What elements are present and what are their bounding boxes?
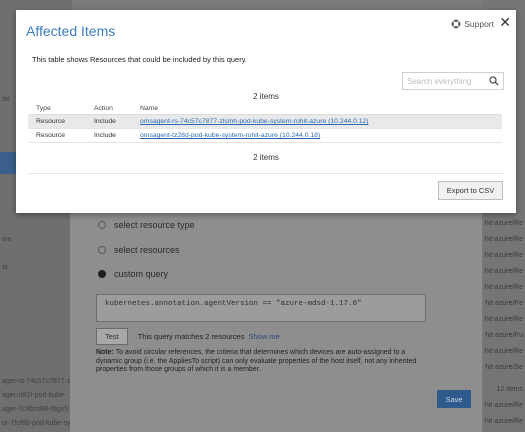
radio-label: select resources — [114, 245, 180, 255]
bg-text-fragment: hit-azure/Re — [484, 418, 523, 425]
close-icon[interactable]: ✕ — [499, 14, 511, 31]
resource-link[interactable]: omsagent-rs-74c57c7877-zlsmh-pod-kube-sy… — [140, 118, 369, 125]
test-button[interactable]: Test — [96, 328, 128, 345]
radio-label: select resource type — [114, 220, 195, 230]
cell-action: Include — [94, 132, 116, 139]
bg-text-fragment: hit-azure/Re — [484, 348, 523, 355]
test-result: This query matches 2 resources — [137, 332, 245, 341]
affected-items-table: Type Action Name Resource Include omsage… — [28, 100, 502, 143]
bg-text-fragment: hit-azure/Re — [484, 236, 523, 243]
bg-text-fragment: hit-azure/Pu — [485, 332, 523, 339]
resource-link[interactable]: omsagent-tz28d-pod-kube-system-rohit-azu… — [140, 132, 320, 139]
radio-checked-icon — [98, 270, 106, 278]
bg-text-fragment: hit-azure/Se — [485, 364, 523, 371]
support-link[interactable]: Support — [451, 19, 494, 29]
save-button[interactable]: Save — [437, 390, 471, 408]
bg-text-fragment: hit-azure/Re — [484, 268, 523, 275]
bg-text-fragment: Ite — [2, 96, 10, 103]
bg-text-fragment: hit-azure/Re — [484, 252, 523, 259]
bg-text-fragment: hit-azure/Re — [484, 284, 523, 291]
footer-divider — [28, 173, 504, 174]
column-header-name[interactable]: Name — [136, 105, 502, 112]
radio-select-resource-type[interactable]: select resource type — [98, 220, 195, 230]
background-group-dialog: select resource type select resources cu… — [70, 206, 482, 432]
export-csv-button[interactable]: Export to CSV — [438, 181, 503, 200]
radio-label: custom query — [114, 269, 169, 279]
column-header-action[interactable]: Action — [86, 105, 136, 112]
table-row[interactable]: Resource Include omsagent-tz28d-pod-kube… — [28, 129, 502, 143]
test-row: Test This query matches 2 resources Show… — [96, 328, 280, 345]
query-textarea[interactable]: kubernetes.annotation.agentVersion == "a… — [96, 294, 426, 322]
support-label: Support — [464, 19, 494, 29]
cell-type: Resource — [36, 132, 66, 139]
radio-custom-query[interactable]: custom query — [98, 269, 168, 279]
bg-text-fragment: hit-azure/Pe — [485, 300, 523, 307]
modal-description: This table shows Resources that could be… — [32, 55, 247, 64]
cell-name: omsagent-rs-74c57c7877-zlsmh-pod-kube-sy… — [136, 118, 502, 125]
bg-text-fragment: hit-azure/Re — [484, 316, 523, 323]
cell-type: Resource — [36, 118, 66, 125]
bg-text-fragment: ager-rt82f-pod-kube- — [2, 392, 67, 399]
modal-title: Affected Items — [26, 23, 116, 39]
bg-text-fragment: ager-7c8bcd88-f6gx5 — [2, 406, 69, 413]
table-header: Type Action Name — [28, 100, 502, 115]
bg-count: 12 items — [496, 386, 523, 393]
help-icon — [451, 19, 461, 29]
radio-icon — [98, 221, 106, 229]
radio-icon — [98, 246, 106, 254]
item-count-bottom: 2 items — [253, 153, 279, 162]
note-body: To avoid circular references, the criter… — [96, 349, 417, 373]
bg-text-fragment: st — [2, 264, 8, 271]
background-accent — [0, 152, 16, 174]
cell-name: omsagent-tz28d-pod-kube-system-rohit-azu… — [136, 132, 502, 139]
bg-text-fragment: ion — [2, 236, 12, 243]
affected-items-modal: Affected Items Support ✕ This table show… — [16, 10, 516, 213]
bg-text-fragment: hit-azure/Re — [484, 220, 523, 227]
bg-text-fragment: hit-azure/Re — [484, 402, 523, 409]
search-box[interactable] — [402, 72, 504, 90]
search-icon[interactable] — [489, 76, 499, 86]
show-me-link[interactable]: Show me — [248, 332, 279, 341]
column-header-type[interactable]: Type — [28, 105, 86, 112]
note-label: Note: — [96, 349, 114, 356]
table-row[interactable]: Resource Include omsagent-rs-74c57c7877-… — [28, 115, 502, 129]
note-text: Note: To avoid circular references, the … — [96, 349, 426, 375]
cell-action: Include — [94, 118, 116, 125]
search-input[interactable] — [407, 76, 485, 86]
radio-select-resources[interactable]: select resources — [98, 245, 180, 255]
